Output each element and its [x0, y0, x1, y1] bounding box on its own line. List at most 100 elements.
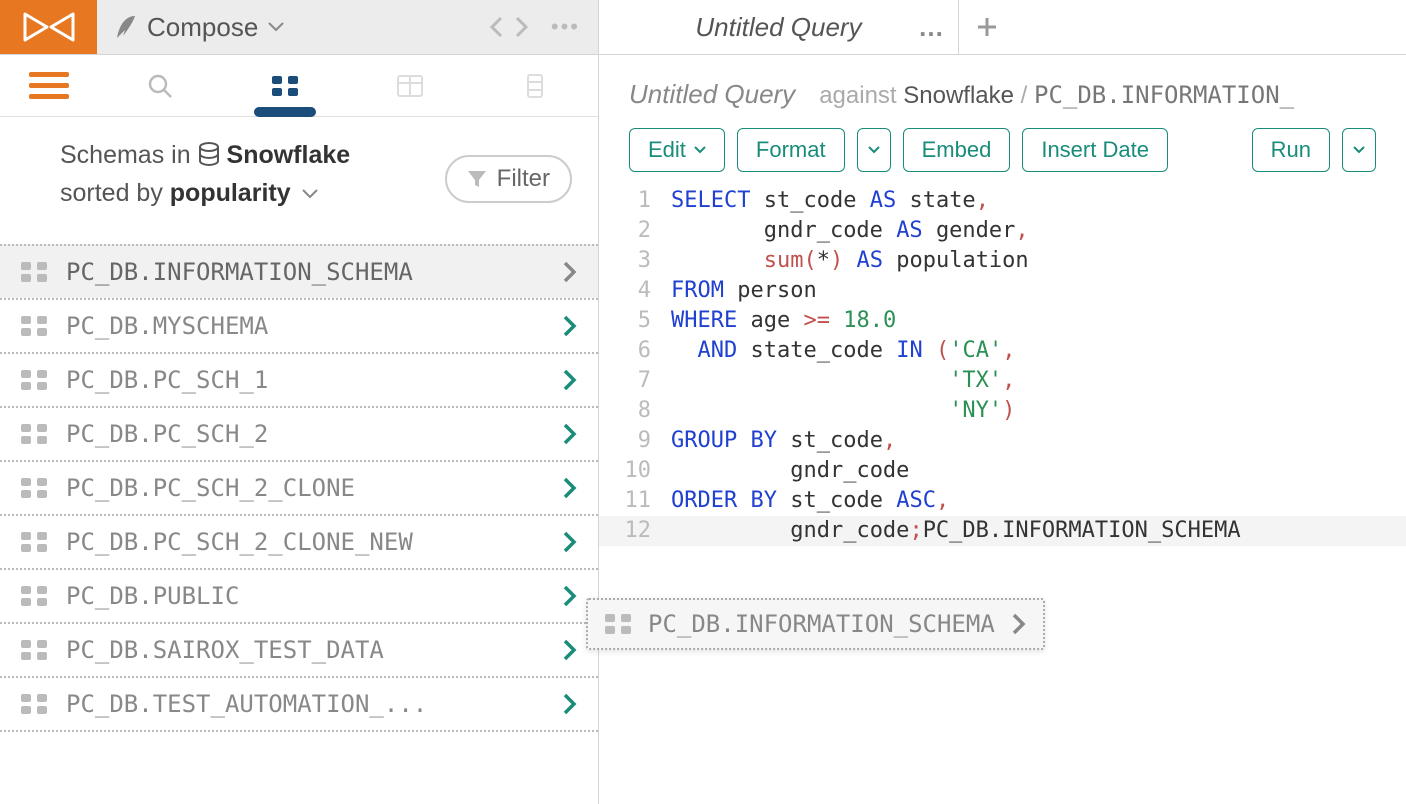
schema-item[interactable]: PC_DB.MYSCHEMA [0, 298, 598, 352]
embed-button[interactable]: Embed [903, 128, 1011, 172]
chevron-right-icon [1011, 612, 1027, 636]
search-tab[interactable] [97, 55, 222, 116]
code-line[interactable]: 7 'TX', [599, 366, 1406, 396]
code-line[interactable]: 5WHERE age >= 18.0 [599, 306, 1406, 336]
schema-name: PC_DB.PUBLIC [66, 582, 544, 610]
compose-label: Compose [147, 12, 258, 43]
schema-list: PC_DB.INFORMATION_SCHEMA PC_DB.MYSCHEMA PC… [0, 244, 598, 732]
chevron-right-icon [562, 476, 578, 500]
schema-item[interactable]: PC_DB.PC_SCH_2 [0, 406, 598, 460]
line-number: 11 [599, 486, 671, 516]
code-line[interactable]: 8 'NY') [599, 396, 1406, 426]
insert-date-button[interactable]: Insert Date [1022, 128, 1168, 172]
tab-title: Untitled Query [695, 12, 861, 43]
code-content: FROM person [671, 276, 817, 306]
schema-name: PC_DB.PC_SCH_2 [66, 420, 544, 448]
line-number: 9 [599, 426, 671, 456]
schema-name: PC_DB.SAIROX_TEST_DATA [66, 636, 544, 664]
chevron-right-icon [562, 530, 578, 554]
code-line[interactable]: 11ORDER BY st_code ASC, [599, 486, 1406, 516]
schema-item[interactable]: PC_DB.INFORMATION_SCHEMA [0, 244, 598, 298]
line-number: 12 [599, 516, 671, 546]
chevron-right-icon [562, 638, 578, 662]
code-line[interactable]: 9GROUP BY st_code, [599, 426, 1406, 456]
code-line[interactable]: 4FROM person [599, 276, 1406, 306]
sql-editor[interactable]: 1SELECT st_code AS state,2 gndr_code AS … [599, 186, 1406, 546]
code-content: gndr_code;PC_DB.INFORMATION_SCHEMA [671, 516, 1241, 546]
hamburger-menu[interactable] [0, 55, 97, 116]
schema-name: PC_DB.PC_SCH_1 [66, 366, 544, 394]
run-dropdown[interactable] [1342, 128, 1376, 172]
format-dropdown[interactable] [857, 128, 891, 172]
line-number: 10 [599, 456, 671, 486]
grid-icon [271, 75, 299, 97]
chevron-down-icon[interactable] [302, 189, 318, 199]
schemas-heading: Schemas in Snowflake sorted by popularit… [60, 137, 350, 212]
code-line[interactable]: 1SELECT st_code AS state, [599, 186, 1406, 216]
chevron-right-icon [562, 314, 578, 338]
schema-item[interactable]: PC_DB.TEST_AUTOMATION_... [0, 676, 598, 732]
edit-button[interactable]: Edit [629, 128, 725, 172]
more-icon[interactable]: ••• [551, 14, 580, 40]
code-content: gndr_code [671, 456, 909, 486]
tables-tab[interactable] [348, 55, 473, 116]
query-title[interactable]: Untitled Query [629, 79, 795, 110]
add-tab-button[interactable] [959, 0, 1014, 54]
grid-icon [20, 639, 48, 661]
grid-icon [20, 477, 48, 499]
tab-menu-icon[interactable]: … [918, 12, 944, 43]
columns-tab[interactable] [473, 55, 598, 116]
query-tab[interactable]: Untitled Query … [599, 0, 959, 54]
chevron-right-icon [562, 422, 578, 446]
schema-item[interactable]: PC_DB.PC_SCH_2_CLONE_NEW [0, 514, 598, 568]
chevron-down-icon [1353, 146, 1365, 154]
code-content: 'TX', [671, 366, 1015, 396]
hamburger-icon [29, 72, 69, 99]
line-number: 1 [599, 186, 671, 216]
code-line[interactable]: 3 sum(*) AS population [599, 246, 1406, 276]
schema-item[interactable]: PC_DB.SAIROX_TEST_DATA [0, 622, 598, 676]
grid-icon [20, 531, 48, 553]
grid-icon [604, 613, 632, 635]
code-line[interactable]: 12 gndr_code;PC_DB.INFORMATION_SCHEMA [599, 516, 1406, 546]
format-button[interactable]: Format [737, 128, 845, 172]
search-icon [147, 73, 173, 99]
app-logo[interactable] [0, 0, 97, 54]
chevron-down-icon [868, 146, 880, 154]
line-number: 3 [599, 246, 671, 276]
code-content: GROUP BY st_code, [671, 426, 896, 456]
line-number: 5 [599, 306, 671, 336]
line-number: 2 [599, 216, 671, 246]
schemas-tab[interactable] [222, 55, 347, 116]
schema-item[interactable]: PC_DB.PC_SCH_1 [0, 352, 598, 406]
plus-icon [975, 15, 999, 39]
funnel-icon [467, 169, 487, 189]
code-line[interactable]: 10 gndr_code [599, 456, 1406, 486]
code-content: WHERE age >= 18.0 [671, 306, 896, 336]
chevron-down-icon [268, 22, 284, 32]
grid-icon [20, 585, 48, 607]
chevron-right-icon [562, 260, 578, 284]
grid-icon [20, 315, 48, 337]
code-line[interactable]: 2 gndr_code AS gender, [599, 216, 1406, 246]
chevron-right-icon [562, 584, 578, 608]
schema-item[interactable]: PC_DB.PUBLIC [0, 568, 598, 622]
schema-item[interactable]: PC_DB.PC_SCH_2_CLONE [0, 460, 598, 514]
run-button[interactable]: Run [1252, 128, 1330, 172]
nav-back-icon[interactable] [489, 16, 503, 38]
grid-icon [20, 261, 48, 283]
line-number: 4 [599, 276, 671, 306]
table-icon [397, 75, 423, 97]
compose-menu[interactable]: Compose [115, 12, 284, 43]
schema-name: PC_DB.PC_SCH_2_CLONE_NEW [66, 528, 544, 556]
schema-name: PC_DB.MYSCHEMA [66, 312, 544, 340]
code-content: 'NY') [671, 396, 1015, 426]
nav-forward-icon[interactable] [515, 16, 529, 38]
schema-name: PC_DB.INFORMATION_SCHEMA [66, 258, 544, 286]
bowtie-icon [23, 12, 75, 42]
chevron-right-icon [562, 692, 578, 716]
code-line[interactable]: 6 AND state_code IN ('CA', [599, 336, 1406, 366]
code-content: SELECT st_code AS state, [671, 186, 989, 216]
schema-name: PC_DB.PC_SCH_2_CLONE [66, 474, 544, 502]
filter-button[interactable]: Filter [445, 155, 572, 203]
